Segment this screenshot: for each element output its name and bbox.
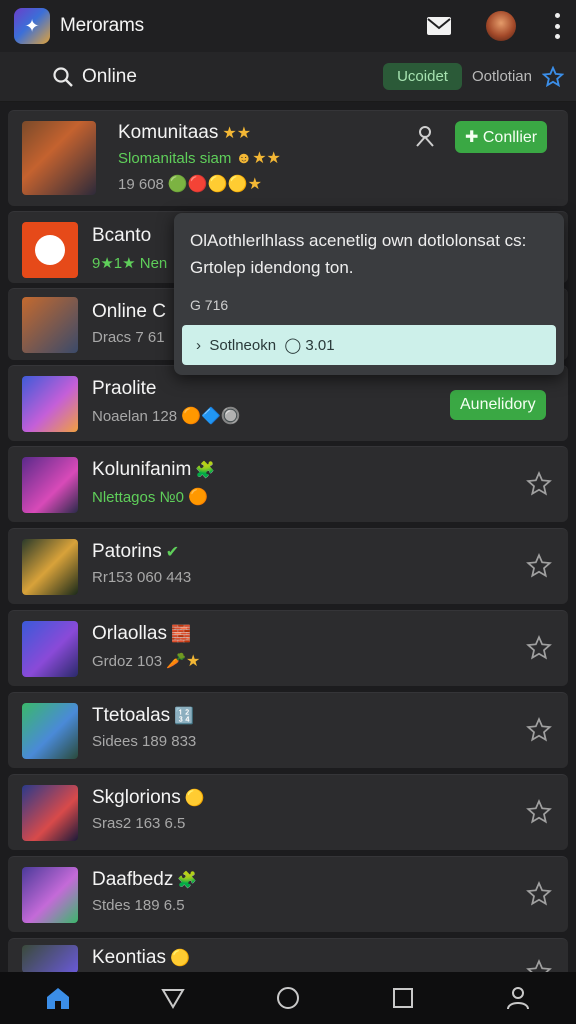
game-thumbnail <box>22 222 78 278</box>
list-item[interactable]: Praolite Noaelan 128 🟠🔷🔘 Aunelidory <box>8 365 568 441</box>
more-icon[interactable] <box>552 13 562 39</box>
system-nav-bar <box>0 972 576 1024</box>
popup-action-label: Sotlneokn <box>209 336 277 354</box>
list-item[interactable]: Daafbedz 🧩 Stdes 189 6.5 <box>8 856 568 932</box>
game-thumbnail <box>22 867 78 923</box>
item-name: Kolunifanim 🧩 <box>92 459 216 480</box>
mail-icon[interactable] <box>426 15 452 37</box>
game-thumbnail <box>22 945 78 973</box>
filter-chip[interactable]: Ootlotian <box>472 68 532 85</box>
game-thumbnail <box>22 703 78 759</box>
item-subtitle: Dracs 7 61 <box>92 329 165 346</box>
popup-meta: G 716 <box>190 297 229 313</box>
user-avatar[interactable] <box>486 11 516 41</box>
popup-action-button[interactable]: › Sotlneokn ◯ 3.01 <box>182 325 556 365</box>
profile-icon[interactable] <box>504 984 532 1012</box>
item-name: Bcanto <box>92 225 152 246</box>
filter-bar: Online Ucoidet Ootlotian <box>0 52 576 102</box>
game-thumbnail <box>22 376 78 432</box>
connect-button[interactable]: ✚ Conllier <box>455 121 548 153</box>
game-thumbnail <box>22 457 78 513</box>
item-name: Praolite <box>92 378 157 399</box>
item-name: Komunitaas ★★ <box>118 122 252 143</box>
game-thumbnail <box>22 621 78 677</box>
list-item[interactable]: Ttetoalas 🔢 Sidees 189 833 <box>8 692 568 768</box>
item-subtitle: Noaelan 128 🟠🔷🔘 <box>92 408 241 425</box>
list-item[interactable]: Keontias 🟡 <box>8 938 568 984</box>
star-icon[interactable] <box>526 717 552 743</box>
game-thumbnail <box>22 121 96 195</box>
game-thumbnail <box>22 785 78 841</box>
item-name: Patorins ✔ <box>92 541 180 562</box>
action-button[interactable]: Aunelidory <box>450 390 546 420</box>
item-name: Orlaollas 🧱 <box>92 623 191 644</box>
item-subtitle: Grdoz 103 🥕★ <box>92 653 201 670</box>
app-logo[interactable]: ✦ <box>14 8 50 44</box>
item-count: 19 608 🟢🔴🟡🟡★ <box>118 176 262 193</box>
info-popup: OlAothlerlhlass acenetlig own dotlolonsa… <box>174 213 564 375</box>
item-name: Ttetoalas 🔢 <box>92 705 195 726</box>
star-icon[interactable] <box>526 471 552 497</box>
item-subtitle: Sras2 163 6.5 <box>92 815 186 832</box>
star-icon[interactable] <box>526 799 552 825</box>
list-item[interactable]: Komunitaas ★★ Slomanitals siam ☻★★ 19 608 🟢… <box>8 110 568 206</box>
item-name: Daafbedz 🧩 <box>92 869 198 890</box>
item-name: Online C <box>92 301 166 322</box>
item-subtitle: Nlettagos №0 🟠 <box>92 489 208 506</box>
list-item[interactable]: Kolunifanim 🧩 Nlettagos №0 🟠 <box>8 446 568 522</box>
list-item[interactable]: Orlaollas 🧱 Grdoz 103 🥕★ <box>8 610 568 686</box>
filter-title: Online <box>82 65 137 87</box>
item-subtitle: 9★1★ Nen <box>92 255 168 272</box>
star-icon[interactable] <box>526 635 552 661</box>
home-circle-icon[interactable] <box>274 984 302 1012</box>
recents-square-icon[interactable] <box>389 984 417 1012</box>
refresh-icon: ◯ <box>276 337 306 354</box>
app-bar: ✦ Merorams <box>0 0 576 52</box>
game-thumbnail <box>22 297 78 353</box>
star-icon[interactable] <box>526 553 552 579</box>
popup-action-value: 3.01 <box>305 336 335 354</box>
item-subtitle: Slomanitals siam ☻★★ <box>118 150 281 167</box>
list-item[interactable]: Patorins ✔ Rr153 060 443 <box>8 528 568 604</box>
back-triangle-icon[interactable] <box>159 984 187 1012</box>
filter-chip-active[interactable]: Ucoidet <box>383 63 462 90</box>
search-icon[interactable] <box>52 66 74 88</box>
item-name: Skglorions 🟡 <box>92 787 205 808</box>
item-name: Keontias 🟡 <box>92 947 190 968</box>
item-subtitle: Stdes 189 6.5 <box>92 897 185 914</box>
app-title: Merorams <box>60 15 144 36</box>
star-icon[interactable] <box>526 881 552 907</box>
item-subtitle: Sidees 189 833 <box>92 733 197 750</box>
home-icon[interactable] <box>44 984 72 1012</box>
game-thumbnail <box>22 539 78 595</box>
popup-message: OlAothlerlhlass acenetlig own dotlolonsa… <box>190 231 527 277</box>
person-icon[interactable] <box>414 125 436 147</box>
chevron-right-icon: › <box>196 336 210 354</box>
favorite-star-icon[interactable] <box>542 65 564 88</box>
item-subtitle: Rr153 060 443 <box>92 569 192 586</box>
list-item[interactable]: Skglorions 🟡 Sras2 163 6.5 <box>8 774 568 850</box>
